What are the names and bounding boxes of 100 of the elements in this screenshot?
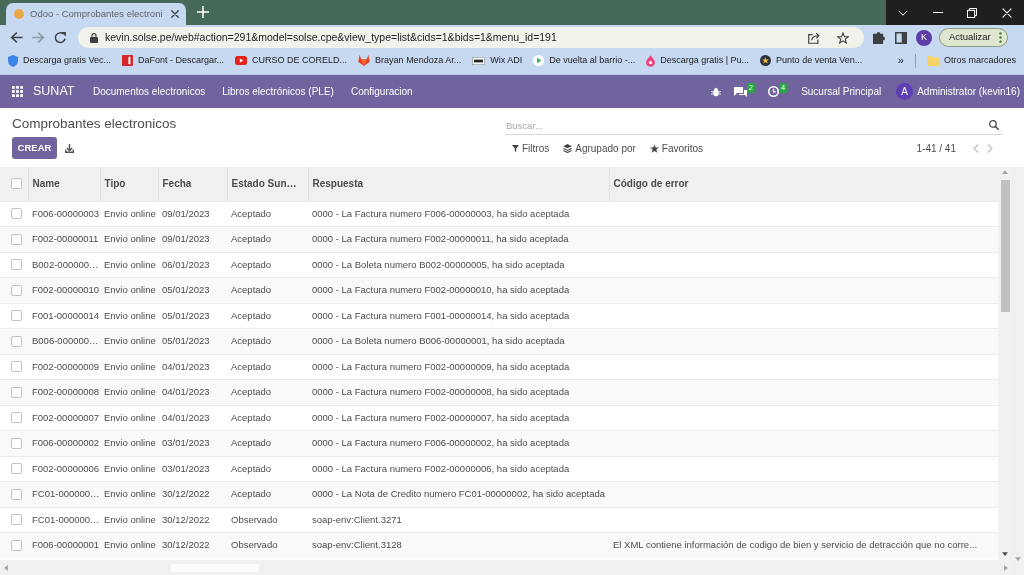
user-avatar: A bbox=[896, 83, 914, 100]
row-checkbox[interactable] bbox=[11, 540, 22, 551]
table-cell: 0000 - La Factura numero F006-00000002, ha sido aceptada bbox=[308, 430, 609, 456]
table-cell: Aceptado bbox=[227, 226, 308, 252]
scroll-left-icon bbox=[4, 564, 8, 571]
scroll-up-icon bbox=[1002, 170, 1008, 174]
tab-close-button[interactable] bbox=[168, 8, 181, 20]
row-checkbox[interactable] bbox=[11, 233, 22, 245]
pager-value[interactable]: 1-41 / 41 bbox=[916, 140, 956, 156]
table-cell: Envio online bbox=[100, 379, 158, 405]
address-bar[interactable]: kevin.solse.pe/web#action=291&model=solse.cpe&view_type=list&cids=1&bids=1&menu_id=191 bbox=[78, 27, 864, 48]
table-cell: 0000 - La Boleta numero B006-00000001, ha sido aceptada bbox=[308, 328, 609, 354]
column-header[interactable]: Código de error bbox=[609, 167, 998, 201]
share-icon bbox=[808, 31, 820, 44]
bookmark-item[interactable]: Brayan Mendoza Ar... bbox=[358, 53, 462, 68]
menu-item[interactable]: Libros electrónicos (PLE) bbox=[213, 84, 343, 99]
chevron-left-icon bbox=[973, 143, 979, 153]
favorites-button[interactable]: Favoritos bbox=[649, 140, 703, 156]
star-icon bbox=[649, 143, 659, 153]
column-header[interactable]: Estado Sun… bbox=[227, 167, 308, 201]
folder-icon bbox=[926, 55, 939, 66]
table-cell: 04/01/2023 bbox=[158, 379, 227, 405]
bookmark-item[interactable]: Descarga gratis | Pu... bbox=[646, 53, 750, 68]
menu-item[interactable]: Configuracion bbox=[342, 84, 422, 99]
filter-icon bbox=[512, 144, 519, 152]
bookmark-item[interactable]: De vuelta al barrio -... bbox=[533, 53, 636, 68]
create-button[interactable]: CREAR bbox=[12, 137, 57, 159]
search-field[interactable]: Buscar... bbox=[505, 116, 985, 135]
bookmark-item[interactable]: CURSO DE CORELD... bbox=[235, 53, 348, 68]
column-header[interactable]: Name bbox=[28, 167, 100, 201]
table-cell: 30/12/2022 bbox=[158, 532, 227, 558]
lock-icon bbox=[90, 32, 98, 43]
group-by-button[interactable]: Agrupado por bbox=[563, 140, 636, 156]
row-checkbox[interactable] bbox=[11, 488, 22, 500]
menu-item[interactable]: Documentos electronicos bbox=[84, 84, 214, 99]
download-button[interactable] bbox=[65, 143, 74, 153]
bookmarks-overflow-button[interactable]: » bbox=[897, 52, 904, 69]
other-bookmarks-button[interactable]: Otros marcadores bbox=[926, 53, 1016, 68]
video-play-icon bbox=[235, 56, 248, 65]
bookmark-item[interactable]: Punto de venta Ven... bbox=[760, 53, 863, 68]
company-switcher[interactable]: Sucursal Principal bbox=[801, 84, 882, 99]
row-checkbox[interactable] bbox=[11, 514, 22, 526]
page-scrollbar[interactable] bbox=[1012, 167, 1024, 575]
row-checkbox[interactable] bbox=[11, 437, 22, 449]
row-checkbox[interactable] bbox=[11, 335, 22, 347]
row-checkbox[interactable] bbox=[11, 208, 22, 220]
table-cell: Envio online bbox=[100, 481, 158, 507]
filters-button[interactable]: Filtros bbox=[512, 140, 550, 156]
minimize-icon bbox=[932, 12, 943, 13]
horizontal-scrollbar[interactable] bbox=[0, 560, 1012, 575]
bookmark-item[interactable]: Descarga gratis Vec... bbox=[8, 53, 112, 68]
tile-icon bbox=[122, 55, 134, 66]
table-cell: 0000 - La Factura numero F002-00000010, ha sido aceptada bbox=[308, 277, 609, 303]
user-menu[interactable]: Administrator (kevin16) bbox=[913, 84, 1024, 99]
row-checkbox[interactable] bbox=[11, 310, 22, 322]
row-checkbox[interactable] bbox=[11, 386, 22, 398]
row-checkbox[interactable] bbox=[11, 259, 22, 271]
scrollbar-thumb[interactable] bbox=[1000, 180, 1010, 312]
row-checkbox[interactable] bbox=[11, 361, 22, 373]
select-all-checkbox[interactable] bbox=[11, 178, 22, 190]
column-header[interactable]: Tipo bbox=[100, 167, 158, 201]
column-header[interactable]: Respuesta bbox=[308, 167, 609, 201]
scroll-right-icon bbox=[1004, 564, 1008, 571]
browser-tab[interactable]: Odoo - Comprobantes electroni bbox=[6, 3, 186, 25]
column-header[interactable]: Fecha bbox=[158, 167, 227, 201]
table-cell: Aceptado bbox=[227, 430, 308, 456]
table-cell: F002-00000011 bbox=[28, 226, 100, 252]
back-arrow-icon bbox=[9, 31, 23, 44]
row-checkbox[interactable] bbox=[11, 284, 22, 296]
table-cell: 05/01/2023 bbox=[158, 328, 227, 354]
table-cell: Envio online bbox=[100, 328, 158, 354]
fox-icon bbox=[358, 55, 371, 66]
apps-grid-icon bbox=[12, 86, 23, 97]
bookmark-item[interactable]: Wix ADI bbox=[472, 53, 523, 68]
row-checkbox[interactable] bbox=[11, 412, 22, 424]
table-cell: F002-00000008 bbox=[28, 379, 100, 405]
download-icon bbox=[65, 143, 74, 153]
kebab-menu-icon bbox=[998, 32, 1002, 43]
bookmark-item[interactable]: DaFont - Descargar... bbox=[122, 53, 225, 68]
new-tab-button[interactable] bbox=[194, 3, 212, 21]
reload-icon bbox=[53, 31, 67, 44]
profile-avatar[interactable]: K bbox=[916, 29, 932, 46]
chevron-right-icon bbox=[987, 143, 993, 153]
play-icon bbox=[533, 55, 545, 66]
table-cell: soap-env:Client.3128 bbox=[308, 532, 609, 558]
forward-arrow-icon bbox=[31, 31, 45, 44]
table-cell: F006-00000001 bbox=[28, 532, 100, 558]
favicon-icon bbox=[14, 9, 24, 19]
star-icon bbox=[837, 31, 849, 44]
chat-icon bbox=[733, 86, 747, 97]
table-cell: B006-000000… bbox=[28, 328, 100, 354]
table-cell: Envio online bbox=[100, 430, 158, 456]
row-checkbox[interactable] bbox=[11, 463, 22, 475]
apps-menu-button[interactable] bbox=[12, 86, 23, 97]
table-cell: Aceptado bbox=[227, 277, 308, 303]
restore-icon bbox=[967, 7, 978, 18]
table-cell: Envio online bbox=[100, 532, 158, 558]
layers-icon bbox=[563, 143, 573, 153]
update-button[interactable]: Actualizar bbox=[939, 28, 1008, 47]
app-name[interactable]: SUNAT bbox=[33, 82, 75, 101]
